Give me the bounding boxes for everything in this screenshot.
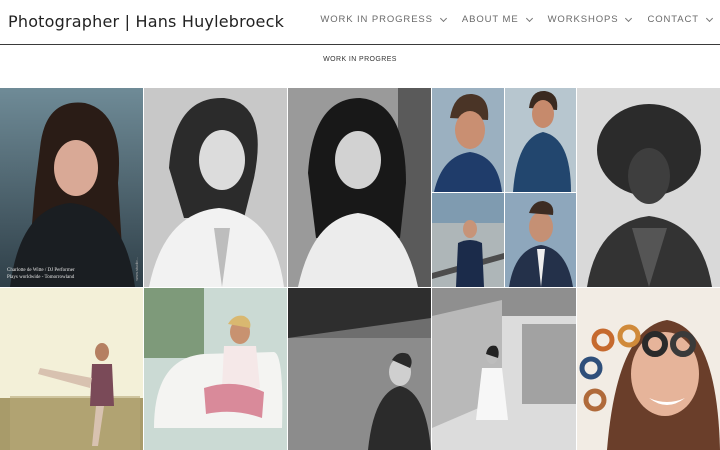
portrait-image: [288, 88, 431, 287]
nav-label: ABOUT ME: [461, 14, 519, 25]
chevron-down-icon: [625, 14, 633, 22]
nav-label: WORK IN PROGRESS: [320, 14, 433, 25]
chevron-down-icon: [525, 14, 533, 22]
gallery-photo-4a[interactable]: [432, 88, 504, 192]
gallery-photo-6[interactable]: [0, 288, 143, 450]
portrait-image: [577, 88, 720, 287]
portrait-image: [577, 288, 720, 450]
gallery-photo-2[interactable]: [144, 88, 287, 287]
gallery-photo-10[interactable]: [577, 288, 720, 450]
portrait-image: [0, 88, 143, 287]
gallery-photo-5[interactable]: [577, 88, 720, 287]
photo-caption: Charlotte de Witte / DJ Performer Plays …: [7, 268, 75, 280]
gallery-photo-4c[interactable]: [432, 193, 504, 287]
portrait-image: [144, 288, 287, 450]
portrait-image: [432, 193, 504, 287]
portrait-image: [505, 88, 576, 192]
gallery-photo-4b[interactable]: [505, 88, 576, 192]
portrait-image: [0, 288, 143, 450]
gallery-photo-9[interactable]: [432, 288, 576, 450]
nav-work-in-progress[interactable]: WORK IN PROGRESS: [320, 14, 447, 25]
portrait-image: [432, 288, 576, 450]
page-heading: WORK IN PROGRES: [323, 56, 397, 63]
gallery-photo-7[interactable]: [144, 288, 287, 450]
portrait-image: [505, 193, 576, 287]
gallery-photo-3[interactable]: [288, 88, 431, 287]
gallery-photo-4d[interactable]: [505, 193, 576, 287]
site-title[interactable]: Photographer | Hans Huylebroeck: [8, 12, 284, 31]
nav-label: WORKSHOPS: [547, 14, 619, 25]
gallery-photo-1[interactable]: Charlotte de Witte / DJ Performer Plays …: [0, 88, 143, 287]
watermark-text: www.studio...: [134, 257, 139, 281]
chevron-down-icon: [705, 14, 714, 22]
portrait-image: [144, 88, 287, 287]
main-nav: WORK IN PROGRESS ABOUT ME WORKSHOPS CONT…: [304, 14, 714, 25]
nav-contact[interactable]: CONTACT: [647, 14, 714, 25]
photo-gallery: Charlotte de Witte / DJ Performer Plays …: [0, 88, 720, 450]
chevron-down-icon: [439, 14, 447, 22]
gallery-photo-8[interactable]: [288, 288, 431, 450]
portrait-image: [288, 288, 431, 450]
portrait-image: [432, 88, 504, 192]
nav-workshops[interactable]: WORKSHOPS: [547, 14, 633, 25]
nav-about-me[interactable]: ABOUT ME: [461, 14, 533, 25]
nav-label: CONTACT: [647, 14, 699, 25]
site-header: Photographer | Hans Huylebroeck WORK IN …: [0, 0, 720, 45]
